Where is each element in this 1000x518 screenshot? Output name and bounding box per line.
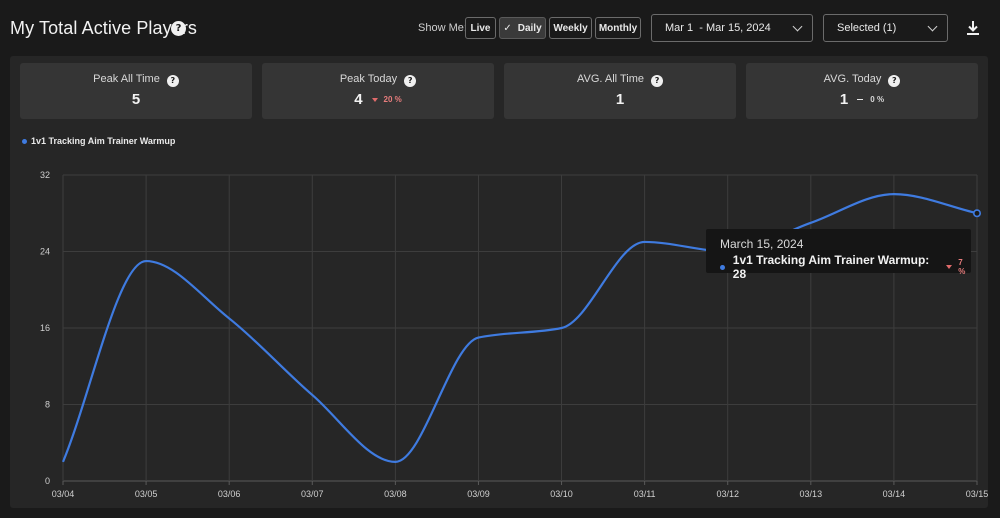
x-tick-label: 03/07 [301, 489, 324, 499]
x-tick-label: 03/04 [52, 489, 75, 499]
x-tick-label: 03/12 [716, 489, 739, 499]
y-tick-label: 8 [45, 400, 50, 410]
x-tick-label: 03/05 [135, 489, 158, 499]
y-tick-label: 16 [40, 323, 50, 333]
x-tick-label: 03/06 [218, 489, 241, 499]
x-tick-label: 03/13 [800, 489, 823, 499]
y-tick-label: 24 [40, 247, 50, 257]
x-tick-label: 03/15 [966, 489, 989, 499]
tooltip-date: March 15, 2024 [720, 237, 804, 251]
x-tick-label: 03/11 [634, 489, 656, 499]
data-point-marker [972, 209, 981, 218]
x-tick-label: 03/14 [883, 489, 906, 499]
tooltip-value: 1v1 Tracking Aim Trainer Warmup: 28 [732, 253, 930, 281]
x-tick-label: 03/09 [467, 489, 490, 499]
delta-badge: 7 % [946, 258, 971, 276]
delta-value: 7 % [958, 258, 966, 276]
y-tick-label: 32 [40, 170, 50, 180]
trend-down-icon [946, 265, 953, 269]
chart-tooltip: March 15, 2024 1v1 Tracking Aim Trainer … [706, 229, 971, 281]
x-tick-label: 03/08 [384, 489, 407, 499]
series-marker [720, 264, 725, 270]
y-tick-label: 0 [45, 476, 50, 486]
x-tick-label: 03/10 [550, 489, 573, 499]
